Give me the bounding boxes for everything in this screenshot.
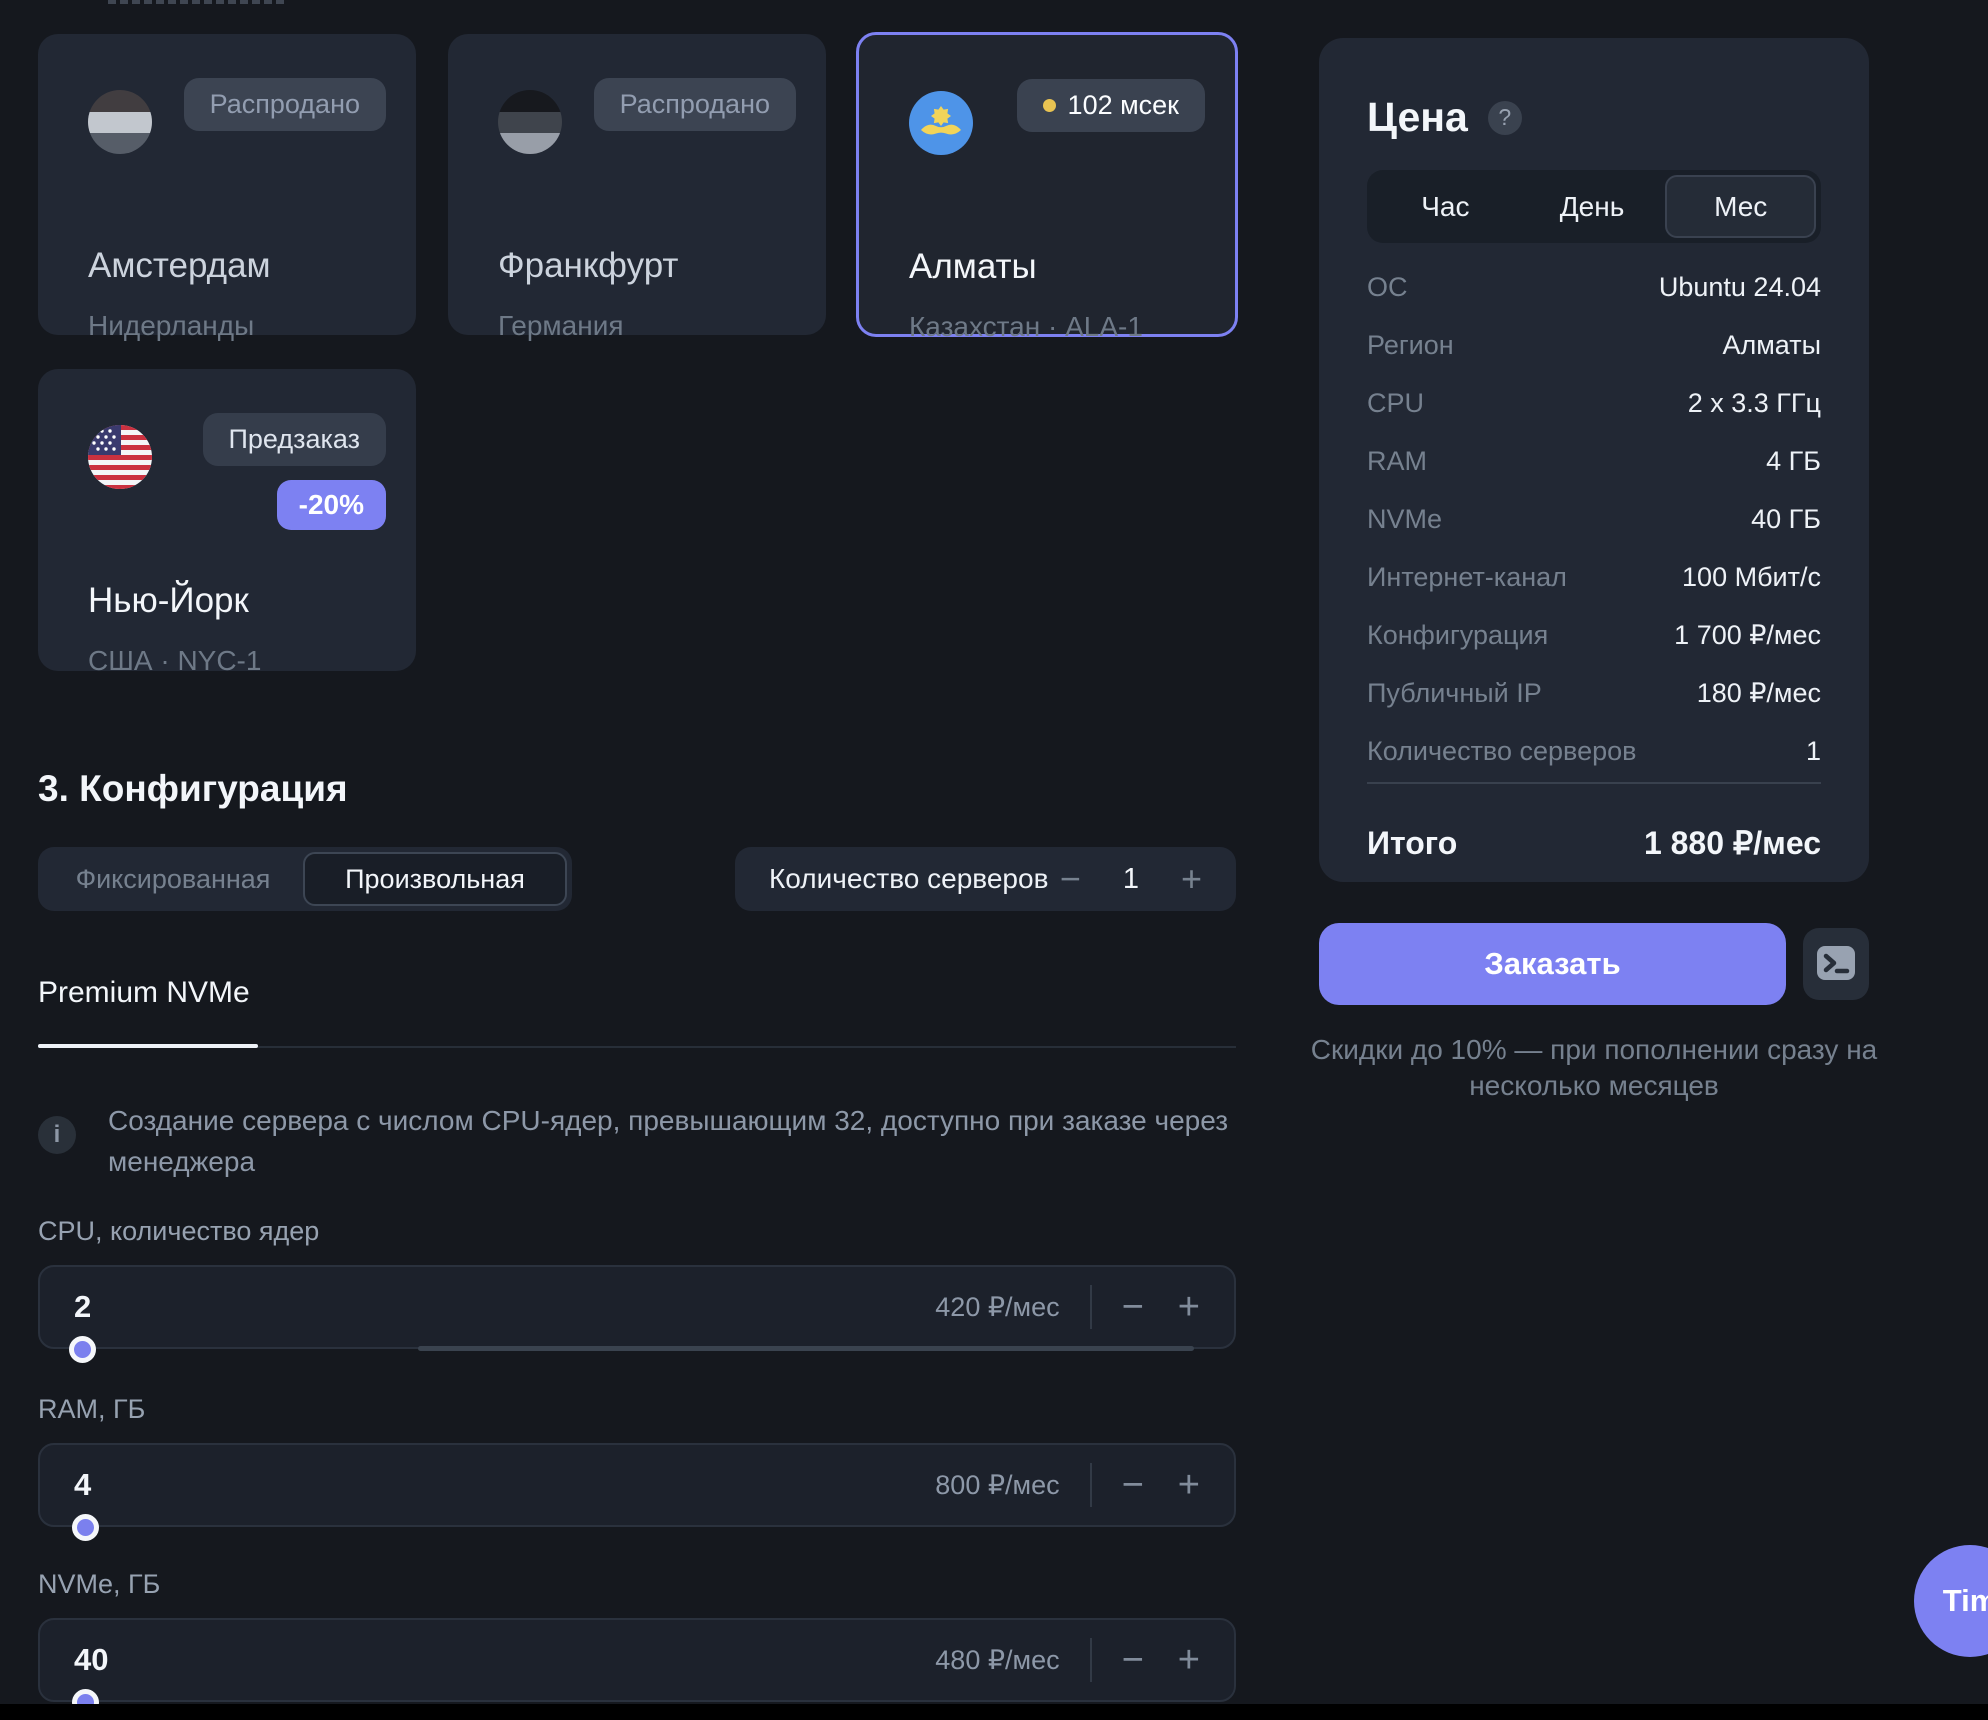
spec-row-cpu: CPU2 x 3.3 ГГц [1367,374,1821,432]
location-card-newyork[interactable]: Предзаказ -20% Нью-Йорк США · NYC-1 [38,369,416,671]
chat-widget-button[interactable]: Tim [1914,1545,1988,1657]
cpu-price: 420 ₽/мес [935,1292,1059,1323]
price-panel: Цена ? Час День Мес ОСUbuntu 24.04 Регио… [1319,38,1869,882]
divider [1090,1463,1092,1507]
location-card-amsterdam[interactable]: Распродано Амстердам Нидерланды [38,34,416,335]
mode-fixed-tab[interactable]: Фиксированная [43,852,303,906]
spec-row-os: ОСUbuntu 24.04 [1367,258,1821,316]
nvme-minus-button[interactable]: − [1122,1641,1144,1679]
location-card-almaty-selected[interactable]: 102 мсек Алматы Казахстан · ALA-1 [856,32,1238,337]
servers-count-value: 1 [1123,863,1139,896]
cpu-limit-info-text: Создание сервера с числом CPU-ядер, прев… [108,1100,1238,1182]
soldout-badge: Распродано [594,78,796,131]
ram-price: 800 ₽/мес [935,1470,1059,1501]
spec-row-ram: RAM4 ГБ [1367,432,1821,490]
cpu-plus-button[interactable]: + [1178,1288,1200,1326]
config-mode-toggle: Фиксированная Произвольная [38,847,572,911]
billing-period-tabs: Час День Мес [1367,170,1821,243]
servers-count-stepper: Количество серверов − 1 + [735,847,1236,911]
location-city: Алматы [909,247,1037,287]
active-tab-underline [38,1044,258,1048]
mode-custom-tab[interactable]: Произвольная [303,852,567,906]
total-row: Итого 1 880 ₽/мес [1367,813,1821,873]
nvme-price: 480 ₽/мес [935,1645,1059,1676]
servers-count-label: Количество серверов [769,863,1048,895]
cpu-slider-card: 2 420 ₽/мес − + [38,1265,1236,1349]
ram-minus-button[interactable]: − [1122,1466,1144,1504]
cpu-value: 2 [74,1289,91,1325]
spec-row-region: РегионАлматы [1367,316,1821,374]
section-heading-configuration: 3. Конфигурация [38,768,348,810]
location-city: Франкфурт [498,246,678,286]
divider [1090,1638,1092,1682]
discount-note: Скидки до 10% — при пополнении сразу на … [1309,1032,1879,1104]
ram-plus-button[interactable]: + [1178,1466,1200,1504]
cpu-slider-thumb[interactable] [69,1336,96,1363]
location-city: Амстердам [88,246,271,286]
spec-row-nvme: NVMe40 ГБ [1367,490,1821,548]
preorder-badge: Предзаказ [203,413,387,466]
price-panel-title: Цена [1367,94,1468,141]
nvme-plus-button[interactable]: + [1178,1641,1200,1679]
servers-minus-button[interactable]: − [1060,861,1081,897]
order-button[interactable]: Заказать [1319,923,1786,1005]
ram-slider-thumb[interactable] [72,1514,99,1541]
cpu-minus-button[interactable]: − [1122,1288,1144,1326]
total-label: Итого [1367,825,1457,862]
cpu-slider-label: CPU, количество ядер [38,1216,319,1247]
nvme-value: 40 [74,1642,108,1678]
spec-row-server-count: Количество серверов1 [1367,722,1821,780]
ram-slider-label: RAM, ГБ [38,1394,145,1425]
info-icon: i [38,1116,76,1154]
usa-flag-icon [88,425,152,489]
total-divider [1367,782,1821,784]
location-city: Нью-Йорк [88,581,249,621]
tab-month[interactable]: Мес [1665,175,1816,238]
germany-flag-icon [498,90,562,154]
help-icon[interactable]: ? [1488,101,1522,135]
location-region: Германия [498,310,624,342]
spec-row-bandwidth: Интернет-канал100 Мбит/с [1367,548,1821,606]
tab-premium-nvme[interactable]: Premium NVMe [38,976,250,1010]
spec-row-configuration: Конфигурация1 700 ₽/мес [1367,606,1821,664]
ram-value: 4 [74,1467,91,1503]
soldout-badge: Распродано [184,78,386,131]
discount-badge: -20% [277,480,386,530]
cpu-slider-track[interactable] [418,1346,1194,1351]
tab-hour[interactable]: Час [1372,175,1519,238]
spec-list: ОСUbuntu 24.04 РегионАлматы CPU2 x 3.3 Г… [1367,258,1821,780]
bottom-edge [0,1704,1988,1720]
location-region: Казахстан · ALA-1 [909,311,1143,343]
ping-dot-icon [1043,99,1056,112]
divider [1090,1285,1092,1329]
total-value: 1 880 ₽/мес [1644,824,1821,862]
console-button[interactable] [1803,928,1869,1000]
ram-slider-card: 4 800 ₽/мес − + [38,1443,1236,1527]
netherlands-flag-icon [88,90,152,154]
nvme-slider-label: NVMe, ГБ [38,1569,160,1600]
location-region: Нидерланды [88,310,254,342]
location-region: США · NYC-1 [88,645,261,677]
location-card-frankfurt[interactable]: Распродано Франкфурт Германия [448,34,826,335]
servers-plus-button[interactable]: + [1181,861,1202,897]
spec-row-public-ip: Публичный IP180 ₽/мес [1367,664,1821,722]
tab-day[interactable]: День [1519,175,1666,238]
latency-badge: 102 мсек [1017,79,1205,132]
nvme-slider-card: 40 480 ₽/мес − + [38,1618,1236,1702]
kazakhstan-flag-icon [909,91,973,155]
dashed-underline-cropped [108,0,284,4]
terminal-icon [1816,945,1856,984]
